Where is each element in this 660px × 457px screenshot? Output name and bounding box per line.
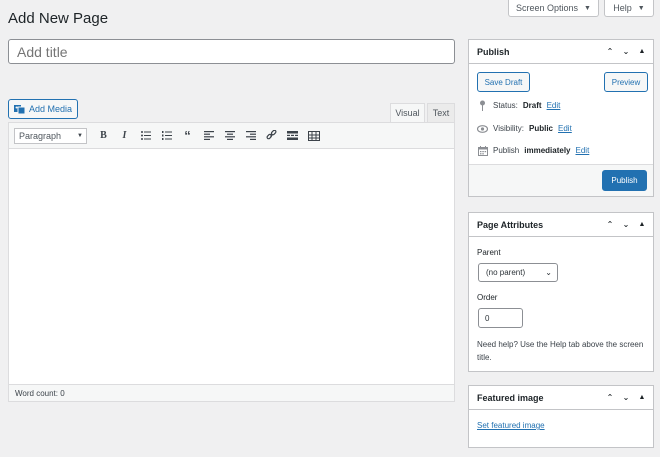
eye-icon (477, 123, 488, 134)
add-media-icon (14, 104, 26, 115)
toolbar-toggle-icon[interactable] (303, 127, 324, 145)
format-select-value: Paragraph (19, 130, 62, 141)
featured-image-box: Featured image ⌃ ⌄ ▲ Set featured image (468, 385, 654, 448)
page-attributes-box: Page Attributes ⌃ ⌄ ▲ Parent (no parent)… (468, 212, 654, 372)
insert-link-icon[interactable] (261, 127, 282, 145)
collapse-icon[interactable]: ▲ (637, 394, 647, 401)
read-more-icon[interactable] (282, 127, 303, 145)
pin-icon (477, 100, 488, 111)
bold-icon[interactable]: B (93, 127, 114, 145)
publish-box-title: Publish (477, 46, 510, 57)
caret-down-icon: ▼ (637, 4, 645, 12)
content-editor[interactable]: Paragraph ▼ B I “ Word count: 0 (8, 122, 455, 402)
calendar-icon (477, 145, 488, 156)
chevron-down-icon: ⌄ (545, 268, 552, 277)
save-draft-button[interactable]: Save Draft (477, 72, 530, 92)
visibility-value: Public (528, 124, 553, 133)
publish-box-header: Publish ⌃ ⌄ ▲ (469, 40, 653, 64)
align-center-icon[interactable] (219, 127, 240, 145)
collapse-icon[interactable]: ▲ (637, 221, 647, 228)
align-left-icon[interactable] (198, 127, 219, 145)
parent-select-value: (no parent) (486, 268, 526, 277)
word-count: Word count: 0 (9, 384, 454, 401)
preview-button[interactable]: Preview (604, 72, 648, 92)
numbered-list-icon[interactable] (156, 127, 177, 145)
parent-select[interactable]: (no parent) ⌄ (478, 263, 558, 282)
add-media-button[interactable]: Add Media (8, 99, 78, 119)
featured-image-header: Featured image ⌃ ⌄ ▲ (469, 386, 653, 410)
screen-options-button[interactable]: Screen Options ▼ (508, 0, 599, 17)
page-attributes-title: Page Attributes (477, 219, 544, 230)
publish-time-row: Publish immediately Edit (477, 145, 589, 156)
format-select[interactable]: Paragraph ▼ (14, 127, 87, 144)
italic-icon[interactable]: I (114, 127, 135, 145)
move-down-icon[interactable]: ⌄ (621, 220, 631, 229)
align-right-icon[interactable] (240, 127, 261, 145)
status-row: Status: Draft Edit (477, 100, 560, 111)
edit-publish-time-link[interactable]: Edit (576, 146, 590, 155)
move-up-icon[interactable]: ⌃ (605, 220, 615, 229)
move-down-icon[interactable]: ⌄ (621, 393, 631, 402)
set-featured-image-link[interactable]: Set featured image (477, 421, 545, 430)
help-text: Need help? Use the Help tab above the sc… (477, 340, 644, 362)
help-button[interactable]: Help ▼ (604, 0, 654, 17)
blockquote-icon[interactable]: “ (177, 127, 198, 145)
publish-value: immediately (524, 146, 571, 155)
publish-actions: Publish (469, 164, 653, 196)
parent-label: Parent (477, 248, 501, 257)
tab-visual[interactable]: Visual (390, 103, 425, 122)
tab-text[interactable]: Text (427, 103, 455, 122)
title-input[interactable] (8, 39, 455, 64)
move-up-icon[interactable]: ⌃ (605, 47, 615, 56)
order-input[interactable]: 0 (478, 308, 523, 328)
edit-visibility-link[interactable]: Edit (558, 124, 572, 133)
bulleted-list-icon[interactable] (135, 127, 156, 145)
visibility-row: Visibility: Public Edit (477, 123, 572, 134)
caret-down-icon: ▼ (584, 4, 591, 12)
status-label: Status: (493, 101, 518, 110)
publish-box: Publish ⌃ ⌄ ▲ Save Draft Preview Status:… (468, 39, 654, 197)
page-title: Add New Page (8, 10, 109, 27)
add-media-label: Add Media (29, 104, 73, 114)
help-label: Help (613, 3, 632, 13)
screen-options-label: Screen Options (516, 3, 579, 13)
edit-status-link[interactable]: Edit (547, 101, 561, 110)
publish-label: Publish (493, 146, 520, 155)
featured-image-title: Featured image (477, 392, 544, 403)
page-attributes-header: Page Attributes ⌃ ⌄ ▲ (469, 213, 653, 237)
collapse-icon[interactable]: ▲ (637, 48, 647, 55)
editor-toolbar: Paragraph ▼ B I “ (9, 123, 454, 149)
status-value: Draft (522, 101, 542, 110)
order-label: Order (477, 293, 498, 302)
caret-down-icon: ▼ (77, 132, 83, 139)
move-up-icon[interactable]: ⌃ (605, 393, 615, 402)
publish-button[interactable]: Publish (602, 170, 647, 191)
visibility-label: Visibility: (493, 124, 524, 133)
move-down-icon[interactable]: ⌄ (621, 47, 631, 56)
